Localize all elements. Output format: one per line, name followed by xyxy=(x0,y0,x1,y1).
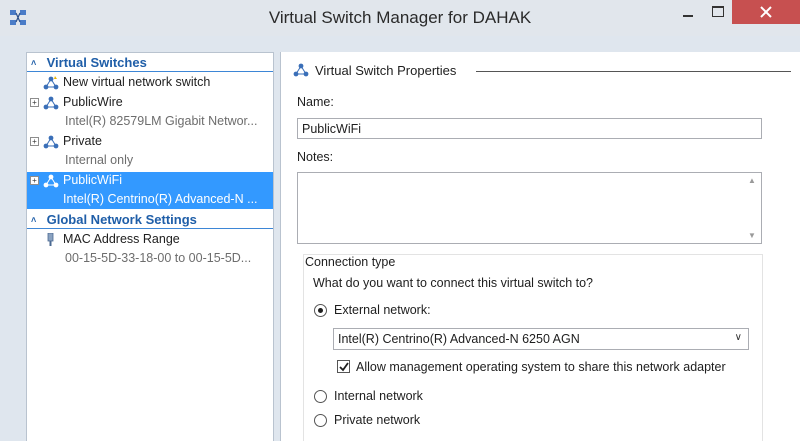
tree-item-adapter: Intel(R) 82579LM Gigabit Networ... xyxy=(65,114,258,128)
tree-item-adapter: Internal only xyxy=(65,153,134,167)
expand-plus-icon[interactable]: + xyxy=(30,98,39,107)
tree-item-label: MAC Address Range xyxy=(63,232,180,246)
allow-management-label[interactable]: Allow management operating system to sha… xyxy=(356,360,726,374)
collapse-chevron-icon: ˄ xyxy=(31,215,37,225)
maximize-button[interactable] xyxy=(702,0,732,22)
tree-item-publicwifi[interactable]: + PublicWiFi Intel(R) Centrino(R) Advanc… xyxy=(27,172,273,209)
tree-item-mac-range: 00-15-5D-33-18-00 to 00-15-5D... xyxy=(65,251,252,265)
external-network-label[interactable]: External network: xyxy=(334,303,431,317)
private-network-label[interactable]: Private network xyxy=(334,413,420,427)
internal-network-radio[interactable] xyxy=(314,390,327,403)
network-switch-icon xyxy=(293,63,309,77)
external-adapter-select[interactable]: Intel(R) Centrino(R) Advanced-N 6250 AGN… xyxy=(333,328,749,350)
scroll-up-icon[interactable]: ▲ xyxy=(748,176,756,185)
chevron-down-icon: ∨ xyxy=(734,332,742,343)
switch-tree-pane: ˄ Virtual Switches New virtual network s… xyxy=(26,52,274,441)
tree-item-label: PublicWiFi xyxy=(63,173,123,187)
connection-type-label: Connection type xyxy=(305,255,396,269)
external-network-radio[interactable] xyxy=(314,304,327,317)
switch-name-input[interactable] xyxy=(297,118,762,139)
notes-textarea[interactable] xyxy=(297,172,762,244)
expand-plus-icon[interactable]: + xyxy=(30,176,39,185)
scroll-down-icon[interactable]: ▼ xyxy=(748,231,756,240)
close-icon xyxy=(760,6,772,18)
tree-item-mac-address-range[interactable]: MAC Address Range 00-15-5D-33-18-00 to 0… xyxy=(27,231,273,269)
title-bar: Virtual Switch Manager for DAHAK xyxy=(0,0,800,36)
selected-adapter: Intel(R) Centrino(R) Advanced-N 6250 AGN xyxy=(338,332,580,346)
allow-management-checkbox[interactable] xyxy=(337,360,350,373)
checkmark-icon xyxy=(339,362,349,372)
expand-plus-icon[interactable]: + xyxy=(30,137,39,146)
tree-item-label: New virtual network switch xyxy=(63,75,211,89)
tree-item-label: PublicWire xyxy=(63,95,123,109)
private-network-radio[interactable] xyxy=(314,414,327,427)
network-switch-icon xyxy=(43,135,59,149)
notes-label: Notes: xyxy=(297,150,334,164)
section-divider xyxy=(476,71,791,72)
switch-properties-pane: Virtual Switch Properties Name: Notes: ▲… xyxy=(280,52,800,441)
mac-address-icon xyxy=(47,233,54,246)
collapse-chevron-icon: ˄ xyxy=(31,58,37,68)
tree-item-new-virtual-switch[interactable]: New virtual network switch xyxy=(27,74,273,93)
tree-item-label: Private xyxy=(63,134,102,148)
name-label: Name: xyxy=(297,95,334,109)
minimize-button[interactable] xyxy=(672,0,702,22)
tree-item-adapter: Intel(R) Centrino(R) Advanced-N ... xyxy=(63,192,258,206)
tree-item-publicwire[interactable]: + PublicWire Intel(R) 82579LM Gigabit Ne… xyxy=(27,94,273,132)
notes-scrollbar[interactable]: ▲ ▼ xyxy=(744,173,761,243)
network-switch-icon xyxy=(43,96,59,110)
virtual-switch-properties-header: Virtual Switch Properties xyxy=(293,62,793,80)
virtual-switch-manager-window: Virtual Switch Manager for DAHAK ˄ Virtu… xyxy=(0,0,800,441)
network-switch-icon xyxy=(43,174,59,188)
section-title: Virtual Switch Properties xyxy=(315,63,457,78)
internal-network-label[interactable]: Internal network xyxy=(334,389,423,403)
tree-item-private[interactable]: + Private Internal only xyxy=(27,133,273,171)
virtual-switches-section-header[interactable]: ˄ Virtual Switches xyxy=(27,53,273,72)
connection-question: What do you want to connect this virtual… xyxy=(313,276,593,290)
global-network-settings-section-header[interactable]: ˄ Global Network Settings xyxy=(27,210,273,229)
close-button[interactable] xyxy=(732,0,800,24)
new-switch-icon xyxy=(43,76,59,90)
